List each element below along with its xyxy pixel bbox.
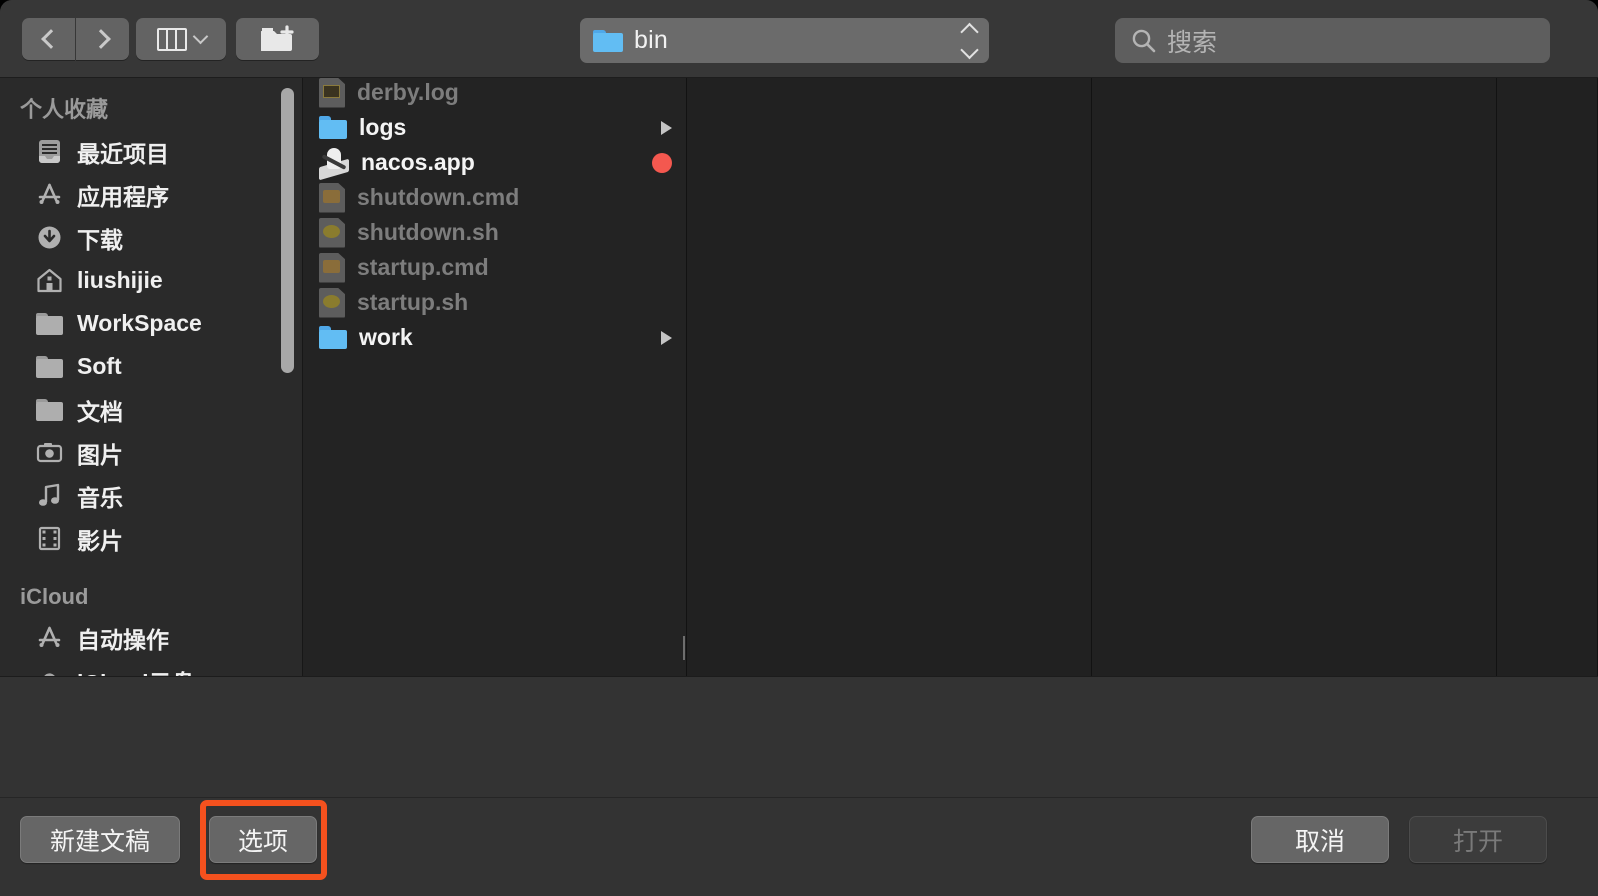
downloads-icon (38, 226, 61, 249)
status-badge (652, 152, 672, 173)
sidebar-item-documents[interactable]: 文档 (0, 388, 302, 431)
chevron-down-icon (192, 28, 208, 45)
preview-column-3[interactable] (1092, 78, 1497, 676)
sidebar-item-movies[interactable]: 影片 (0, 517, 302, 560)
footer-divider (0, 797, 1598, 798)
folder-icon (319, 116, 347, 139)
search-icon (1132, 29, 1156, 52)
file-name: startup.cmd (357, 254, 489, 280)
search-placeholder: 搜索 (1167, 28, 1218, 57)
sidebar-item-label: liushijie (77, 267, 163, 293)
list-item[interactable]: shutdown.sh (303, 215, 686, 250)
column-view-icon (156, 27, 187, 51)
file-name: work (359, 324, 413, 350)
forward-button[interactable] (76, 18, 129, 60)
options-button[interactable]: 选项 (209, 816, 317, 863)
footer (0, 676, 1598, 896)
film-strip-icon (38, 526, 61, 551)
home-icon (37, 268, 62, 293)
folder-icon (36, 312, 63, 335)
path-label: bin (634, 26, 668, 54)
disclosure-arrow-icon[interactable] (661, 330, 672, 345)
shell-file-icon (319, 217, 345, 248)
chevron-right-icon (90, 29, 111, 49)
file-open-dialog: bin 搜索 个人收藏 最近项目 应用程序 下载 liushijie WorkS… (0, 0, 1598, 896)
list-item[interactable]: logs (303, 110, 686, 145)
list-item[interactable]: startup.sh (303, 285, 686, 320)
file-name: nacos.app (361, 149, 475, 175)
new-folder-icon (260, 25, 294, 51)
music-note-icon (39, 483, 60, 506)
recents-icon (39, 140, 60, 163)
file-name: derby.log (357, 79, 459, 105)
sidebar-item-label: WorkSpace (77, 310, 202, 336)
search-field[interactable]: 搜索 (1115, 18, 1550, 63)
folder-icon (319, 326, 347, 349)
new-document-button[interactable]: 新建文稿 (20, 816, 180, 863)
sidebar-item-label: 影片 (77, 527, 123, 554)
list-item[interactable]: startup.cmd (303, 250, 686, 285)
folder-icon (36, 355, 63, 378)
back-button[interactable] (22, 18, 75, 60)
nacos-app-icon (319, 147, 349, 180)
sidebar-item-applications[interactable]: 应用程序 (0, 173, 302, 216)
sidebar-item-label: 自动操作 (77, 626, 169, 653)
sidebar-item-automator[interactable]: 自动操作 (0, 616, 302, 659)
sidebar-item-music[interactable]: 音乐 (0, 474, 302, 517)
sidebar-item-label: 最近项目 (77, 140, 169, 167)
new-folder-button[interactable] (236, 18, 319, 60)
sidebar-item-icloud-drive[interactable]: iCloud云盘 (0, 659, 302, 676)
sidebar-section-favorites-header: 个人收藏 (20, 97, 109, 122)
file-name: shutdown.cmd (357, 184, 520, 210)
sidebar-item-recents[interactable]: 最近项目 (0, 130, 302, 173)
cmd-file-icon (319, 252, 345, 283)
cancel-button[interactable]: 取消 (1251, 816, 1389, 863)
stepper-icon[interactable] (960, 22, 979, 59)
preview-column-2[interactable] (687, 78, 1092, 676)
log-file-icon (319, 77, 345, 108)
list-item[interactable]: derby.log (303, 75, 686, 110)
sidebar-item-workspace[interactable]: WorkSpace (0, 302, 302, 345)
sidebar-item-label: iCloud云盘 (77, 664, 195, 677)
sidebar-item-label: 音乐 (77, 484, 123, 511)
shell-file-icon (319, 287, 345, 318)
toolbar: bin 搜索 (0, 0, 1598, 78)
disclosure-arrow-icon[interactable] (661, 120, 672, 135)
open-button[interactable]: 打开 (1409, 816, 1547, 863)
browser-area: 个人收藏 最近项目 应用程序 下载 liushijie WorkSpace So… (0, 75, 1598, 676)
preview-column-4[interactable] (1497, 78, 1598, 676)
chevron-left-icon (40, 29, 61, 49)
sidebar-item-label: Soft (77, 353, 122, 379)
sidebar-item-downloads[interactable]: 下载 (0, 216, 302, 259)
file-name: startup.sh (357, 289, 469, 315)
folder-icon (36, 398, 63, 421)
sidebar-item-soft[interactable]: Soft (0, 345, 302, 388)
folder-icon (593, 29, 623, 52)
file-name: logs (359, 114, 407, 140)
path-dropdown[interactable]: bin (580, 18, 989, 63)
sidebar-scrollbar[interactable] (281, 88, 294, 373)
view-mode-button[interactable] (136, 18, 226, 60)
file-list-column[interactable]: derby.log logs nacos.app shutdown.cmd sh… (303, 75, 689, 676)
list-item[interactable]: work (303, 320, 686, 355)
sidebar-item-label: 文档 (77, 398, 123, 425)
automator-icon (38, 626, 61, 647)
sidebar-item-pictures[interactable]: 图片 (0, 431, 302, 474)
sidebar-item-label: 应用程序 (77, 183, 169, 210)
applications-icon (38, 183, 61, 204)
cmd-file-icon (319, 182, 345, 213)
sidebar-item-label: 图片 (77, 441, 123, 468)
sidebar-item-home[interactable]: liushijie (0, 259, 302, 302)
camera-icon (36, 443, 63, 463)
list-item[interactable]: shutdown.cmd (303, 180, 686, 215)
sidebar[interactable]: 个人收藏 最近项目 应用程序 下载 liushijie WorkSpace So… (0, 78, 303, 676)
file-name: shutdown.sh (357, 219, 499, 245)
list-item[interactable]: nacos.app (303, 145, 686, 180)
cloud-icon (44, 673, 55, 676)
sidebar-item-label: 下载 (77, 226, 123, 253)
sidebar-section-icloud-header: iCloud (20, 584, 89, 609)
